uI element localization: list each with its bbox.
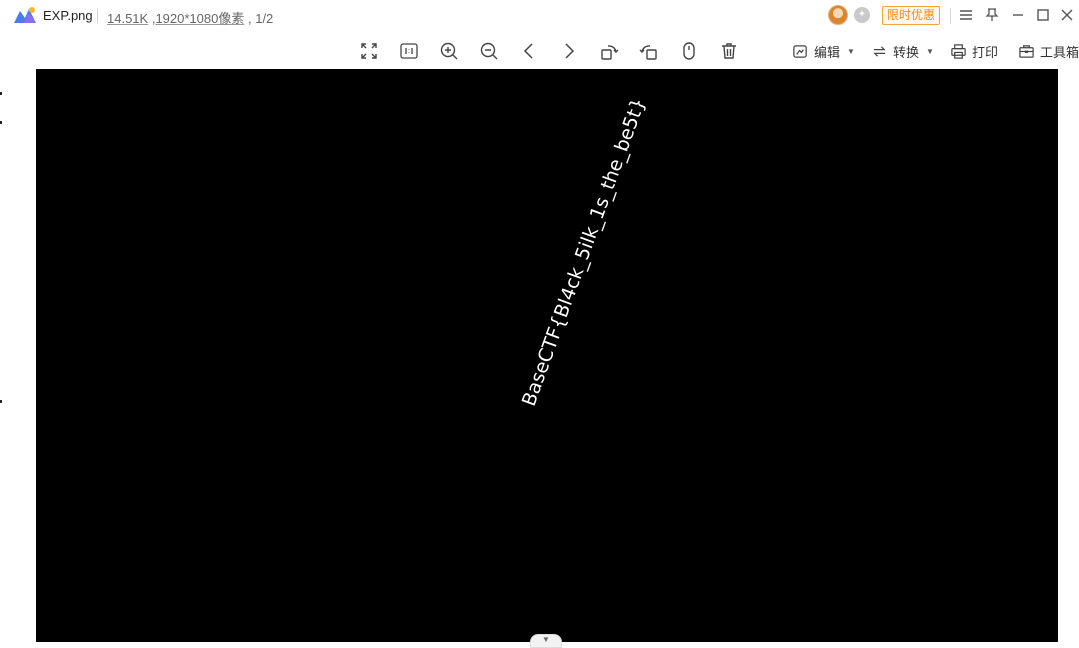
close-icon[interactable] bbox=[1056, 5, 1078, 25]
edit-menu[interactable]: 编辑 ▼ bbox=[792, 41, 855, 61]
convert-icon bbox=[873, 45, 886, 57]
rotate-right-icon[interactable] bbox=[638, 40, 660, 62]
title-divider bbox=[97, 9, 98, 23]
file-name: EXP.png bbox=[43, 8, 93, 23]
convert-caret-icon: ▼ bbox=[926, 46, 934, 56]
menu-icon[interactable] bbox=[955, 5, 977, 25]
edge-mark bbox=[0, 92, 2, 95]
delete-icon[interactable] bbox=[718, 40, 740, 62]
printer-icon bbox=[951, 43, 966, 59]
image-flag-text: BaseCTF{Bl4ck_5ilk_1s_the_be5t} bbox=[517, 94, 651, 410]
image-canvas[interactable]: BaseCTF{Bl4ck_5ilk_1s_the_be5t} bbox=[36, 69, 1058, 642]
next-icon[interactable] bbox=[558, 40, 580, 62]
image-resolution[interactable]: 1920*1080像素 bbox=[155, 11, 244, 26]
edit-icon bbox=[793, 44, 807, 58]
mouse-icon[interactable] bbox=[678, 40, 700, 62]
thumbnail-toggle-icon[interactable]: ▼ bbox=[530, 634, 562, 648]
edit-label: 编辑 bbox=[814, 44, 841, 60]
maximize-icon[interactable] bbox=[1032, 5, 1054, 25]
user-avatar[interactable] bbox=[828, 5, 848, 25]
edge-mark bbox=[0, 121, 2, 124]
print-button[interactable]: 打印 bbox=[950, 41, 998, 61]
print-label: 打印 bbox=[972, 44, 999, 60]
zoom-in-icon[interactable] bbox=[438, 40, 460, 62]
fit-screen-icon[interactable] bbox=[358, 40, 380, 62]
image-toolbar: 编辑 ▼ 转换 ▼ 打印 工具箱 bbox=[0, 32, 1079, 68]
title-bar: EXP.png 14.51K ,1920*1080像素 , 1/2 ✦ 限时优惠 bbox=[0, 0, 1079, 32]
edge-mark bbox=[0, 400, 2, 403]
title-divider-right bbox=[950, 8, 951, 24]
vip-icon[interactable]: ✦ bbox=[854, 7, 870, 23]
toolbox-button[interactable]: 工具箱 bbox=[1018, 41, 1079, 61]
file-info: 14.51K ,1920*1080像素 , 1/2 bbox=[107, 8, 273, 27]
promo-button[interactable]: 限时优惠 bbox=[882, 6, 940, 25]
previous-icon[interactable] bbox=[518, 40, 540, 62]
rotate-left-icon[interactable] bbox=[598, 40, 620, 62]
actual-size-icon[interactable] bbox=[398, 40, 420, 62]
toolbox-label: 工具箱 bbox=[1040, 44, 1079, 60]
file-size[interactable]: 14.51K bbox=[107, 11, 148, 26]
pin-icon[interactable] bbox=[981, 5, 1003, 25]
convert-label: 转换 bbox=[893, 44, 920, 60]
edit-caret-icon: ▼ bbox=[847, 46, 855, 56]
zoom-out-icon[interactable] bbox=[478, 40, 500, 62]
minimize-icon[interactable] bbox=[1007, 5, 1029, 25]
convert-menu[interactable]: 转换 ▼ bbox=[871, 41, 934, 61]
toolbox-icon bbox=[1019, 44, 1034, 58]
page-counter: , 1/2 bbox=[247, 11, 274, 26]
app-logo-icon bbox=[13, 6, 37, 24]
